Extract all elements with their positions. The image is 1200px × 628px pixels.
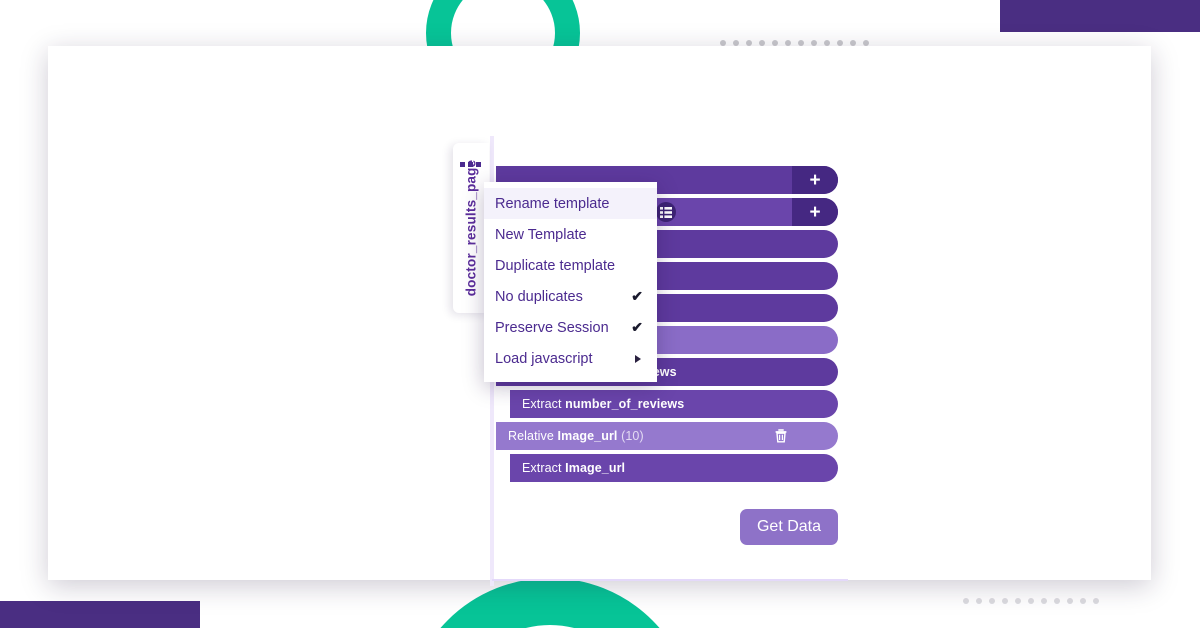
template-row[interactable]: Extract Image_url — [510, 454, 838, 482]
decor-dot — [989, 598, 995, 604]
context-menu-item-label: Load javascript — [495, 350, 593, 367]
decor-dot — [1067, 598, 1073, 604]
context-menu-item[interactable]: No duplicates ✔ — [484, 281, 657, 312]
template-row-label: Extract Image_url — [522, 461, 626, 475]
template-context-menu: Rename template New Template Duplicate tem… — [484, 182, 657, 382]
chevron-right-icon — [635, 354, 641, 363]
app-card: doctor_results_page ++Relative number_of… — [48, 46, 1151, 586]
checkmark-icon: ✔ — [631, 319, 643, 335]
template-options-ellipsis-icon[interactable] — [460, 162, 481, 167]
template-row-label: Extract number_of_reviews — [522, 397, 685, 411]
context-menu-item-label: Duplicate template — [495, 257, 616, 274]
decor-dot — [1080, 598, 1086, 604]
decor-dot — [1028, 598, 1034, 604]
context-menu-item-label: New Template — [495, 226, 587, 243]
ellipsis-dot — [460, 162, 465, 167]
context-menu-item[interactable]: Duplicate template — [484, 250, 657, 281]
context-menu-item[interactable]: Rename template — [484, 188, 657, 219]
decor-dot — [976, 598, 982, 604]
decor-dot — [1002, 598, 1008, 604]
checkmark-icon: ✔ — [631, 288, 643, 304]
template-row[interactable]: Extract number_of_reviews — [510, 390, 838, 418]
context-menu-item-label: No duplicates — [495, 288, 583, 305]
context-menu-item[interactable]: Load javascript — [484, 343, 657, 374]
add-row-plus-button[interactable]: + — [792, 198, 838, 226]
panel-divider — [492, 579, 848, 581]
decor-dot — [963, 598, 969, 604]
dot-row-bottom-lower — [963, 598, 1106, 604]
decor-dot — [1041, 598, 1047, 604]
context-menu-item-label: Preserve Session — [495, 319, 609, 336]
add-row-plus-button[interactable]: + — [792, 166, 838, 194]
delete-row-trash-icon[interactable] — [772, 427, 790, 445]
template-name-label: doctor_results_page — [463, 159, 479, 297]
ellipsis-dot — [476, 162, 481, 167]
context-menu-item-label: Rename template — [495, 195, 610, 212]
decor-dot — [1093, 598, 1099, 604]
ellipsis-dot — [468, 162, 473, 167]
list-view-icon[interactable] — [656, 202, 676, 222]
get-data-button[interactable]: Get Data — [740, 509, 838, 545]
decor-dot — [1054, 598, 1060, 604]
context-menu-item[interactable]: New Template — [484, 219, 657, 250]
decor-dot — [1015, 598, 1021, 604]
template-row[interactable]: Relative Image_url (10) — [496, 422, 838, 450]
context-menu-item[interactable]: Preserve Session ✔ — [484, 312, 657, 343]
corner-block-bottom-left — [0, 601, 200, 628]
template-row-label: Relative Image_url (10) — [508, 429, 644, 443]
corner-block-top-right — [1000, 0, 1200, 32]
